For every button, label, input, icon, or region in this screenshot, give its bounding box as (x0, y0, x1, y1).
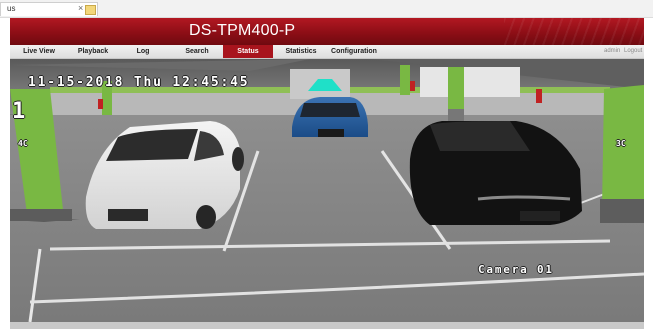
app-header: DS-TPM400-P (10, 18, 644, 45)
osd-camera-label: Camera 01 (478, 263, 554, 276)
nav-configuration[interactable]: Configuration (328, 45, 380, 58)
pillar-code-right: 3C (616, 139, 626, 148)
browser-tab-title: us (7, 4, 16, 13)
pillar-number-label: 1 (12, 99, 26, 124)
osd-timestamp: 11-15-2018 Thu 12:45:45 (28, 75, 250, 90)
nav-search[interactable]: Search (175, 45, 219, 58)
browser-tab[interactable]: us × (0, 2, 98, 16)
nav-live-view[interactable]: Live View (15, 45, 63, 58)
nav-log[interactable]: Log (126, 45, 160, 58)
video-toolbar (10, 322, 644, 329)
device-model-title: DS-TPM400-P (189, 22, 296, 39)
live-video-view[interactable]: 11-15-2018 Thu 12:45:45 1 4C 3C Camera 0… (10, 59, 644, 322)
browser-tab-strip: us × (0, 0, 653, 18)
current-user: admin (604, 48, 621, 54)
nav-status[interactable]: Status (223, 45, 273, 58)
main-nav: Live View Playback Log Search Status Sta… (10, 45, 644, 59)
nav-statistics[interactable]: Statistics (280, 45, 322, 58)
camera-frame (10, 59, 644, 322)
close-icon[interactable]: × (78, 3, 83, 13)
logout-link[interactable]: Logout (624, 45, 642, 58)
nav-playback[interactable]: Playback (69, 45, 117, 58)
new-tab-icon[interactable] (85, 5, 96, 15)
pillar-code-left: 4C (18, 139, 28, 148)
